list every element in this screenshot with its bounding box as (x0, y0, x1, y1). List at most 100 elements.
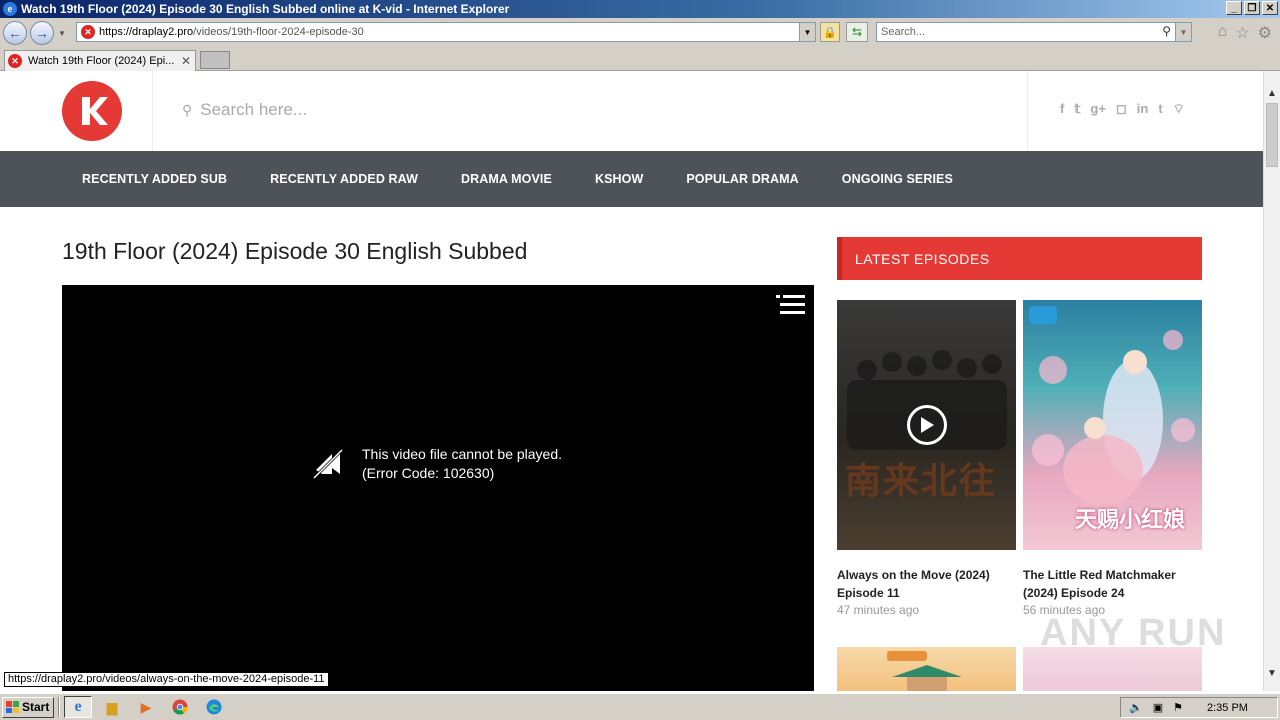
windows-logo-icon (6, 701, 19, 713)
clock[interactable]: 2:35 PM (1207, 702, 1248, 714)
header-divider (152, 71, 153, 151)
main-nav: RECENTLY ADDED SUB RECENTLY ADDED RAW DR… (0, 151, 1263, 207)
taskbar-media-player-icon[interactable]: ▶ (132, 696, 160, 718)
nav-recently-added-sub[interactable]: RECENTLY ADDED SUB (82, 172, 227, 186)
taskbar: Start e ▆ ▶ 🔈 ▣ ⚑ 2:35 PM (0, 693, 1280, 720)
window-title: Watch 19th Floor (2024) Episode 30 Engli… (21, 2, 510, 16)
poster-title-text: 南来北往 (845, 460, 998, 502)
search-dropdown-icon[interactable]: ▼ (1175, 23, 1191, 41)
back-button[interactable]: ← (3, 21, 27, 45)
tumblr-icon[interactable]: t (1158, 101, 1162, 117)
site-search-input[interactable]: ⚲ Search here... (182, 100, 307, 120)
tab-close-icon[interactable]: ✕ (181, 54, 191, 68)
nav-ongoing-series[interactable]: ONGOING SERIES (842, 172, 953, 186)
episode-card[interactable]: 南来北往 Always on the Move (2024) Episode 1… (837, 300, 1016, 617)
ie-tools: ⌂ ☆ ⚙ (1218, 23, 1272, 43)
scroll-up-icon[interactable]: ▲ (1264, 85, 1280, 101)
close-button[interactable]: ✕ (1262, 1, 1278, 15)
lock-icon[interactable]: 🔒 (820, 22, 840, 42)
video-player[interactable]: This video file cannot be played. (Error… (62, 285, 814, 691)
address-dropdown-icon[interactable]: ▼ (799, 23, 815, 41)
new-tab-button[interactable] (200, 51, 230, 69)
volume-icon[interactable]: 🔈 (1129, 701, 1143, 714)
episode-time: 47 minutes ago (837, 603, 920, 617)
url-path: /videos/19th-floor-2024-episode-30 (193, 26, 364, 38)
player-error: This video file cannot be played. (Error… (312, 445, 562, 483)
start-button[interactable]: Start (2, 696, 54, 718)
header-divider (1027, 71, 1028, 151)
nav-drama-movie[interactable]: DRAMA MOVIE (461, 172, 552, 186)
edge-logo (206, 699, 222, 715)
poster-art (887, 651, 962, 691)
play-triangle-icon (921, 417, 934, 433)
taskbar-ie-icon[interactable]: e (64, 696, 92, 718)
video-unavailable-icon (312, 448, 344, 480)
logo-k-icon (82, 97, 108, 125)
google-plus-icon[interactable]: g+ (1090, 101, 1106, 117)
action-center-flag-icon[interactable]: ⚑ (1173, 701, 1183, 714)
episode-thumbnail[interactable]: 南来北往 (837, 300, 1016, 550)
facebook-icon[interactable]: f (1060, 101, 1064, 117)
start-label: Start (22, 700, 50, 714)
site-search-placeholder: Search here... (200, 100, 308, 119)
address-bar[interactable]: ✕ https://draplay2.pro/videos/19th-floor… (76, 22, 816, 42)
nav-kshow[interactable]: KSHOW (595, 172, 643, 186)
url-domain: https://draplay2.pro (99, 26, 194, 38)
taskbar-edge-icon[interactable] (200, 696, 228, 718)
vertical-scrollbar[interactable]: ▲ ▼ (1263, 71, 1280, 691)
nav-popular-drama[interactable]: POPULAR DRAMA (686, 172, 798, 186)
browser-toolbar: ← → ▼ ✕ https://draplay2.pro/videos/19th… (0, 18, 1280, 48)
home-icon[interactable]: ⌂ (1218, 23, 1228, 43)
scroll-down-icon[interactable]: ▼ (1264, 665, 1280, 681)
episode-thumbnail[interactable] (837, 647, 1016, 691)
page-viewport: ⚲ Search here... f 𝕥 g+ ◻ in t ⌔ RECENTL… (0, 71, 1263, 691)
episode-card[interactable]: 天赐小红娘 The Little Red Matchmaker (2024) E… (1023, 300, 1202, 617)
window-titlebar: e Watch 19th Floor (2024) Episode 30 Eng… (0, 0, 1280, 18)
site-header: ⚲ Search here... f 𝕥 g+ ◻ in t ⌔ (0, 71, 1263, 151)
forward-button[interactable]: → (30, 21, 54, 45)
play-icon[interactable] (907, 405, 947, 445)
favorites-star-icon[interactable]: ☆ (1235, 23, 1249, 43)
tab-favicon-icon: ✕ (8, 54, 22, 68)
taskbar-explorer-icon[interactable]: ▆ (98, 696, 126, 718)
browser-search-placeholder: Search... (881, 26, 926, 38)
browser-tab[interactable]: ✕ Watch 19th Floor (2024) Epi... ✕ (4, 50, 196, 71)
episode-title[interactable]: The Little Red Matchmaker (2024) Episode… (1023, 566, 1202, 602)
twitter-icon[interactable]: 𝕥 (1074, 101, 1080, 117)
taskbar-chrome-icon[interactable] (166, 696, 194, 718)
site-logo[interactable] (62, 81, 122, 141)
latest-episodes-heading: LATEST EPISODES (837, 237, 1202, 280)
search-icon: ⚲ (182, 101, 193, 118)
restore-button[interactable]: ❐ (1244, 1, 1260, 15)
tab-bar: ✕ Watch 19th Floor (2024) Epi... ✕ (0, 48, 1280, 71)
nav-recently-added-raw[interactable]: RECENTLY ADDED RAW (270, 172, 418, 186)
linkedin-icon[interactable]: in (1137, 101, 1149, 117)
episode-title[interactable]: Always on the Move (2024) Episode 11 (837, 566, 1016, 602)
refresh-icon[interactable]: ⇆ (846, 22, 868, 42)
tab-title: Watch 19th Floor (2024) Epi... (28, 55, 175, 67)
minimize-button[interactable]: _ (1226, 1, 1242, 15)
system-tray: 🔈 ▣ ⚑ 2:35 PM (1120, 697, 1278, 718)
status-bar-url: https://draplay2.pro/videos/always-on-th… (4, 672, 329, 687)
settings-gear-icon[interactable]: ⚙ (1258, 23, 1272, 43)
poster-title-text: 天赐小红娘 (1075, 507, 1186, 533)
watermark: ANY RUN (1040, 612, 1227, 654)
network-icon[interactable]: ▣ (1153, 701, 1163, 714)
chrome-logo (172, 699, 188, 715)
scroll-thumb[interactable] (1266, 103, 1278, 167)
error-code: (Error Code: 102630) (362, 465, 495, 481)
rss-icon[interactable]: ⌔ (1173, 101, 1185, 117)
browser-search-input[interactable]: Search... ⚲ ▼ (876, 22, 1192, 42)
social-links: f 𝕥 g+ ◻ in t ⌔ (1060, 101, 1185, 117)
taskbar-separator (58, 697, 60, 717)
instagram-icon[interactable]: ◻ (1116, 101, 1127, 117)
error-message: This video file cannot be played. (362, 446, 563, 462)
playlist-menu-icon[interactable] (776, 293, 806, 317)
page-title: 19th Floor (2024) Episode 30 English Sub… (62, 238, 528, 264)
ie-icon: e (3, 2, 17, 16)
site-favicon-icon: ✕ (81, 25, 95, 39)
episode-thumbnail[interactable]: 天赐小红娘 (1023, 300, 1202, 550)
history-dropdown-icon[interactable]: ▼ (58, 29, 68, 38)
search-icon[interactable]: ⚲ (1162, 24, 1171, 38)
window-controls: _ ❐ ✕ (1226, 1, 1278, 15)
